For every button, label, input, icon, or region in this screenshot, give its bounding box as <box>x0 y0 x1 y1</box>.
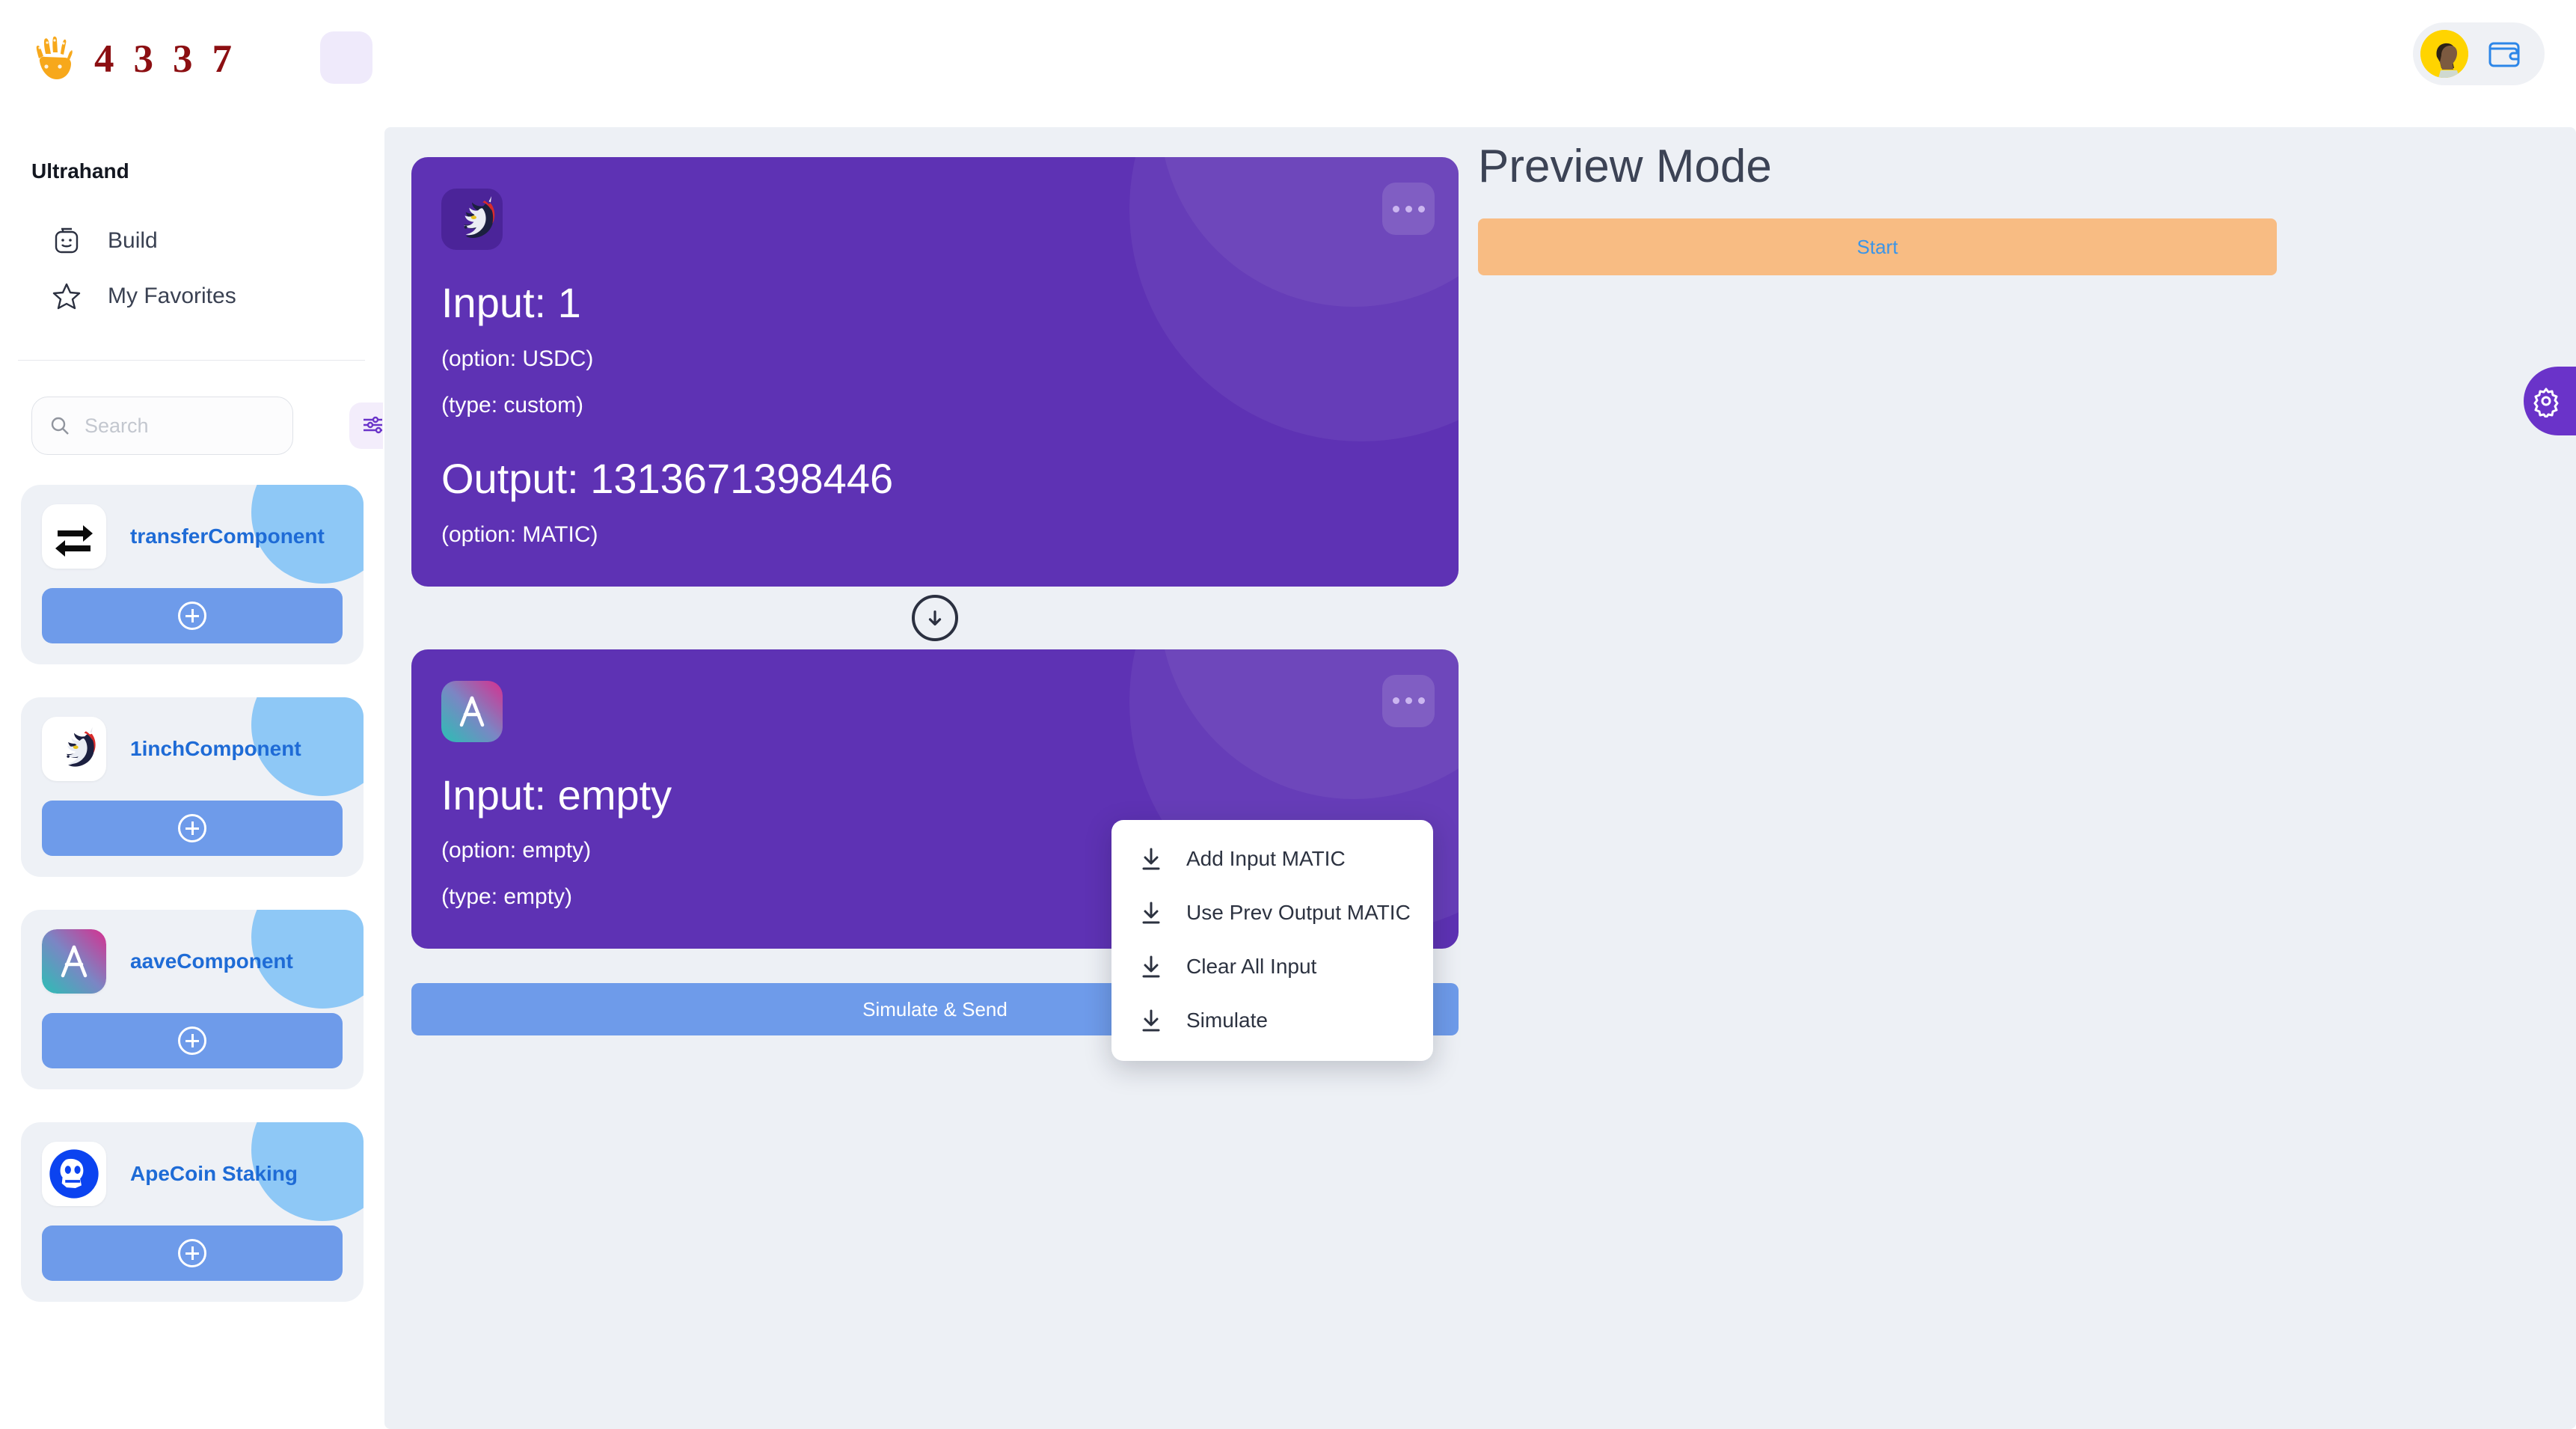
brand: 4 3 3 7 <box>33 36 232 82</box>
component-card-header: ApeCoin Staking <box>42 1142 343 1206</box>
add-component-button[interactable] <box>42 588 343 643</box>
main-canvas: Input: 1 (option: USDC) (type: custom) O… <box>384 127 2576 1429</box>
sidebar: Ultrahand Build My Favorites Search tran… <box>0 118 383 1429</box>
menu-item-use-prev-output[interactable]: Use Prev Output MATIC <box>1111 886 1433 940</box>
sidebar-item-label: Build <box>108 228 158 253</box>
gear-icon <box>2530 385 2563 419</box>
aave-ghost-icon <box>441 680 503 742</box>
download-icon <box>1138 900 1164 925</box>
component-card-header: 1inchComponent <box>42 717 343 781</box>
search-box[interactable] <box>31 397 383 455</box>
brand-digit-4: 7 <box>212 37 233 81</box>
card-input-type: (type: custom) <box>441 392 584 417</box>
download-icon <box>1138 954 1164 979</box>
download-icon <box>1138 1008 1164 1033</box>
component-card-aave[interactable]: aaveComponent <box>21 910 364 1089</box>
add-component-button[interactable] <box>42 801 343 856</box>
lego-head-icon <box>51 225 82 257</box>
plus-circle-icon <box>178 602 206 630</box>
more-dots-icon <box>1392 697 1425 705</box>
skeleton-hand-icon <box>33 36 75 82</box>
search-icon <box>49 414 71 437</box>
ape-skull-icon <box>42 1142 106 1206</box>
plus-circle-icon <box>178 814 206 842</box>
account-pill[interactable] <box>2413 22 2545 85</box>
sidebar-item-label: My Favorites <box>108 284 236 308</box>
menu-item-label: Use Prev Output MATIC <box>1186 901 1411 924</box>
search-input[interactable] <box>71 414 349 438</box>
sidebar-nav: Build My Favorites <box>0 213 383 324</box>
menu-item-clear-all-input[interactable]: Clear All Input <box>1111 940 1433 994</box>
component-card-transfer[interactable]: transferComponent <box>21 485 364 664</box>
plus-circle-icon <box>178 1026 206 1055</box>
download-icon <box>1138 846 1164 872</box>
card-menu-button[interactable] <box>1382 183 1435 235</box>
sidebar-item-build[interactable]: Build <box>0 213 383 269</box>
menu-item-add-input[interactable]: Add Input MATIC <box>1111 832 1433 886</box>
component-name: transferComponent <box>130 524 325 548</box>
card-input-title: Input: empty <box>441 771 672 818</box>
component-name: ApeCoin Staking <box>130 1162 298 1185</box>
menu-item-simulate[interactable]: Simulate <box>1111 994 1433 1047</box>
wallet-icon[interactable] <box>2488 39 2522 69</box>
sidebar-divider <box>18 360 365 361</box>
start-button[interactable]: Start <box>1478 218 2277 275</box>
component-name: 1inchComponent <box>130 737 301 760</box>
add-component-button[interactable] <box>42 1225 343 1281</box>
sidebar-item-my-favorites[interactable]: My Favorites <box>0 269 383 324</box>
arrow-down-circle-icon[interactable] <box>912 594 958 641</box>
aave-ghost-icon <box>42 929 106 994</box>
more-dots-icon <box>1392 205 1425 212</box>
component-card-apecoin[interactable]: ApeCoin Staking <box>21 1122 364 1302</box>
brand-digits: 4 3 3 7 <box>94 37 233 81</box>
menu-item-label: Simulate <box>1186 1009 1268 1032</box>
brand-digit-2: 3 <box>133 37 154 81</box>
card-output-option: (option: MATIC) <box>441 521 598 547</box>
sidebar-title: Ultrahand <box>31 159 129 183</box>
search-filter-button[interactable] <box>349 403 383 449</box>
card-output-title: Output: 1313671398446 <box>441 454 894 502</box>
plus-circle-icon <box>178 1239 206 1267</box>
menu-item-label: Add Input MATIC <box>1186 847 1346 870</box>
card-context-menu: Add Input MATIC Use Prev Output MATIC Cl… <box>1111 820 1433 1061</box>
card-menu-button[interactable] <box>1382 674 1435 727</box>
card-input-title: Input: 1 <box>441 279 581 326</box>
top-bar: 4 3 3 7 <box>0 0 2576 118</box>
component-card-1inch[interactable]: 1inchComponent <box>21 697 364 877</box>
card-input-option: (option: USDC) <box>441 346 594 371</box>
component-card-header: transferComponent <box>42 504 343 569</box>
preview-panel: Preview Mode Start <box>1478 144 2308 275</box>
brand-digit-1: 4 <box>94 37 114 81</box>
flow-card-1inch[interactable]: Input: 1 (option: USDC) (type: custom) O… <box>411 157 1459 587</box>
menu-item-label: Clear All Input <box>1186 955 1317 978</box>
unicorn-icon <box>42 717 106 781</box>
page-title: Preview Mode <box>1478 141 1772 192</box>
unicorn-icon <box>441 189 503 250</box>
menu-toggle-button[interactable] <box>320 31 372 84</box>
flow-connector <box>411 587 1459 649</box>
add-component-button[interactable] <box>42 1013 343 1068</box>
component-list: transferComponent 1inchComponent aaveCom… <box>0 485 383 1302</box>
component-name: aaveComponent <box>130 949 293 973</box>
component-card-header: aaveComponent <box>42 929 343 994</box>
star-icon <box>51 281 82 312</box>
transfer-arrows-icon <box>42 504 106 569</box>
user-avatar[interactable] <box>2420 30 2468 78</box>
brand-digit-3: 3 <box>173 37 193 81</box>
sliders-icon <box>360 412 383 440</box>
